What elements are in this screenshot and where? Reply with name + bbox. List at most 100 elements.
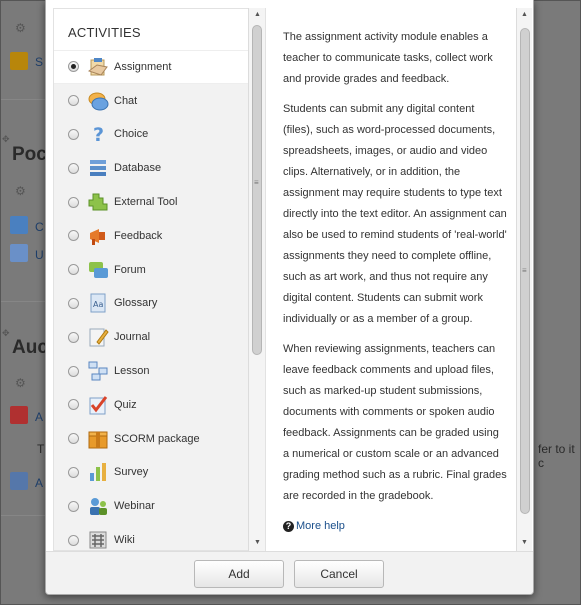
activity-option-chat[interactable]: Chat (54, 83, 260, 118)
section-divider (1, 99, 46, 100)
activity-option-survey[interactable]: Survey (54, 455, 260, 490)
activity-label: Forum (114, 263, 146, 276)
description-paragraph: When reviewing assignments, teachers can… (283, 343, 507, 502)
section-heading: Auc (12, 337, 48, 358)
activity-list-scrollbar[interactable]: ▲ ≡ ▼ (248, 8, 265, 551)
activity-description: The assignment activity module enables a… (266, 8, 521, 537)
activity-label: Feedback (114, 229, 163, 242)
scrollbar-grip-icon: ≡ (254, 178, 259, 187)
activity-option-feedback[interactable]: Feedback (54, 218, 260, 253)
webinar-icon (90, 498, 107, 516)
activity-radio[interactable] (68, 162, 79, 174)
activity-radio[interactable] (68, 61, 79, 73)
forum-icon (89, 261, 108, 278)
gear-icon: ⚙ (15, 184, 26, 198)
activity-chooser-list[interactable]: ACTIVITIES Assignment Chat? Choice Database… (53, 8, 260, 551)
activity-option-database[interactable]: Database (54, 151, 260, 186)
activity-option-wiki[interactable]: Wiki (54, 523, 260, 550)
scorm-package-icon (88, 431, 108, 449)
activity-radio[interactable] (68, 365, 79, 377)
cancel-button[interactable]: Cancel (294, 560, 384, 588)
scrollbar-thumb[interactable] (252, 25, 262, 355)
wiki-icon (89, 531, 107, 549)
package-icon (10, 52, 28, 70)
activity-option-glossary[interactable]: Aa Glossary (54, 286, 260, 321)
external-tool-icon (88, 193, 108, 211)
svg-text:?: ? (93, 124, 104, 145)
scrollbar-grip-icon: ≡ (522, 266, 527, 275)
activity-label: Lesson (114, 365, 150, 378)
activity-option-external-tool[interactable]: External Tool (54, 185, 260, 219)
background-link: A (35, 476, 44, 490)
lesson-icon (88, 361, 108, 381)
add-button[interactable]: Add (194, 560, 284, 588)
activity-radio[interactable] (68, 500, 79, 512)
activity-radio[interactable] (68, 196, 79, 208)
survey-icon (90, 463, 106, 482)
description-scrollbar[interactable]: ▲ ≡ ▼ (516, 8, 532, 551)
section-divider (1, 301, 46, 302)
background-link: C (35, 220, 44, 234)
more-help-link[interactable]: ? More help (283, 516, 507, 537)
background-link: A (35, 410, 44, 424)
activity-label: Webinar (114, 500, 155, 513)
activity-option-journal[interactable]: Journal (54, 320, 260, 355)
activity-radio[interactable] (68, 128, 79, 140)
activity-label: Database (114, 162, 162, 175)
move-icon: ✥ (2, 328, 10, 338)
activity-option-webinar[interactable]: Webinar (54, 489, 260, 524)
activity-radio[interactable] (68, 230, 79, 242)
background-link: S (35, 55, 44, 69)
scroll-down-arrow-icon[interactable]: ▼ (254, 539, 261, 546)
activity-option-forum[interactable]: Forum (54, 252, 260, 287)
activity-label: Wiki (114, 534, 135, 547)
activity-option-choice[interactable]: ? Choice (54, 117, 260, 152)
database-icon (10, 472, 28, 490)
activity-radio[interactable] (68, 433, 79, 445)
url-icon (10, 244, 28, 262)
dialog-footer: Add Cancel (46, 551, 533, 594)
activity-label: Glossary (114, 297, 158, 310)
activity-label: SCORM package (114, 432, 200, 445)
scroll-up-arrow-icon[interactable]: ▲ (254, 11, 261, 18)
activity-label: Survey (114, 466, 149, 479)
more-help-label[interactable]: More help (296, 516, 345, 537)
activity-label: Choice (114, 128, 149, 141)
svg-text:Aa: Aa (93, 300, 103, 309)
assignment-icon (87, 57, 108, 76)
section-heading: Poc (12, 144, 47, 165)
activity-radio[interactable] (68, 331, 79, 343)
activity-label: Quiz (114, 398, 137, 411)
help-icon: ? (283, 521, 294, 532)
background-text: fer to it c (538, 442, 575, 470)
activities-heading: ACTIVITIES (68, 25, 141, 40)
activity-label: Chat (114, 94, 138, 107)
description-paragraph: The assignment activity module enables a… (283, 31, 493, 85)
section-divider (1, 515, 46, 516)
quiz-icon (89, 395, 108, 415)
activity-radio[interactable] (68, 95, 79, 107)
feedback-icon (90, 228, 105, 245)
pdf-icon (10, 406, 28, 424)
activity-label: External Tool (114, 196, 178, 209)
glossary-icon: Aa (90, 293, 106, 313)
forum-icon (10, 216, 28, 234)
activity-option-quiz[interactable]: Quiz (54, 387, 260, 422)
activity-radio[interactable] (68, 466, 79, 478)
activity-radio[interactable] (68, 297, 79, 309)
choice-icon: ? (93, 124, 104, 145)
activity-option-scorm-package[interactable]: SCORM package (54, 421, 260, 456)
activity-radio[interactable] (68, 534, 79, 546)
activity-option-assignment[interactable]: Assignment (54, 50, 260, 84)
scroll-up-arrow-icon[interactable]: ▲ (521, 11, 528, 18)
activity-options: Assignment Chat? Choice Database External To… (54, 50, 260, 550)
activity-radio[interactable] (68, 264, 79, 276)
scroll-down-arrow-icon[interactable]: ▼ (521, 539, 528, 546)
activity-description-pane: The assignment activity module enables a… (265, 8, 533, 551)
chat-icon (88, 92, 109, 111)
add-activity-dialog: ACTIVITIES Assignment Chat? Choice Database… (45, 0, 534, 595)
activity-label: Journal (114, 331, 151, 344)
activity-option-lesson[interactable]: Lesson (54, 354, 260, 388)
activity-radio[interactable] (68, 399, 79, 411)
activity-label: Assignment (114, 60, 172, 73)
